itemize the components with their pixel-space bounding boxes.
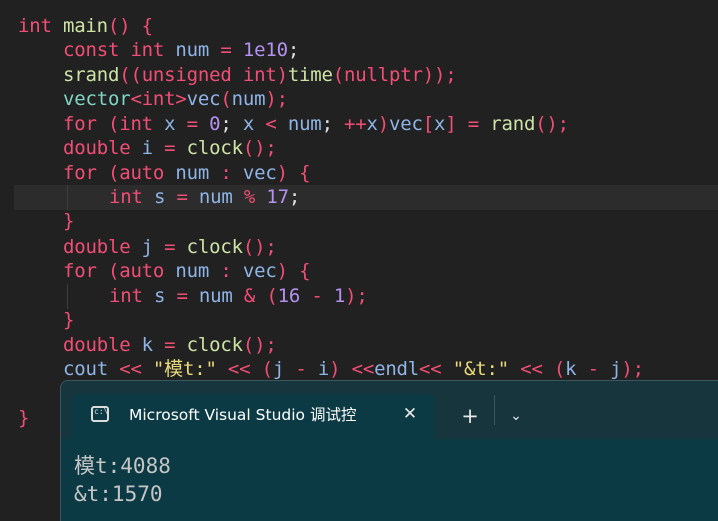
terminal-output-line: 模t:4088 bbox=[74, 454, 171, 478]
terminal-tab[interactable]: c:\ Microsoft Visual Studio 调试控 ✕ bbox=[71, 394, 435, 440]
code-line-13: } bbox=[63, 309, 75, 331]
terminal-tab-title: Microsoft Visual Studio 调试控 bbox=[129, 406, 357, 424]
code-line-15: cout << "模t:" << (j - i) <<endl<< "&t:" … bbox=[63, 358, 644, 380]
code-line-14: double k = clock(); bbox=[63, 334, 277, 356]
code-line-9: } bbox=[63, 210, 75, 232]
tab-divider bbox=[494, 395, 495, 425]
indent-guide bbox=[67, 185, 68, 210]
code-line-8: int s = num % 17; bbox=[109, 186, 301, 208]
code-line-10: double j = clock(); bbox=[63, 236, 277, 258]
code-line-4: vector<int>vec(num); bbox=[63, 88, 288, 110]
console-icon: c:\ bbox=[91, 406, 109, 422]
code-line-3: srand((unsigned int)time(nullptr)); bbox=[63, 64, 457, 86]
terminal-output-line: &t:1570 bbox=[74, 482, 163, 506]
code-line-12: int s = num & (16 - 1); bbox=[109, 285, 368, 307]
new-tab-button[interactable]: + bbox=[457, 403, 483, 429]
code-line-2: const int num = 1e10; bbox=[63, 39, 300, 61]
code-line-11: for (auto num : vec) { bbox=[63, 260, 311, 282]
code-line-5: for (int x = 0; x < num; ++x)vec[x] = ra… bbox=[63, 113, 569, 135]
code-line-1: int main() { bbox=[18, 15, 153, 37]
tab-dropdown-button[interactable]: ⌄ bbox=[503, 403, 529, 429]
close-tab-button[interactable]: ✕ bbox=[397, 401, 423, 427]
code-line-6: double i = clock(); bbox=[63, 137, 277, 159]
terminal-tab-bar: c:\ Microsoft Visual Studio 调试控 ✕ + ⌄ bbox=[61, 381, 718, 440]
code-line-16: } bbox=[18, 407, 30, 429]
indent-guide bbox=[67, 284, 68, 309]
terminal-window[interactable]: c:\ Microsoft Visual Studio 调试控 ✕ + ⌄ 模t… bbox=[60, 380, 718, 521]
code-line-7: for (auto num : vec) { bbox=[63, 162, 311, 184]
